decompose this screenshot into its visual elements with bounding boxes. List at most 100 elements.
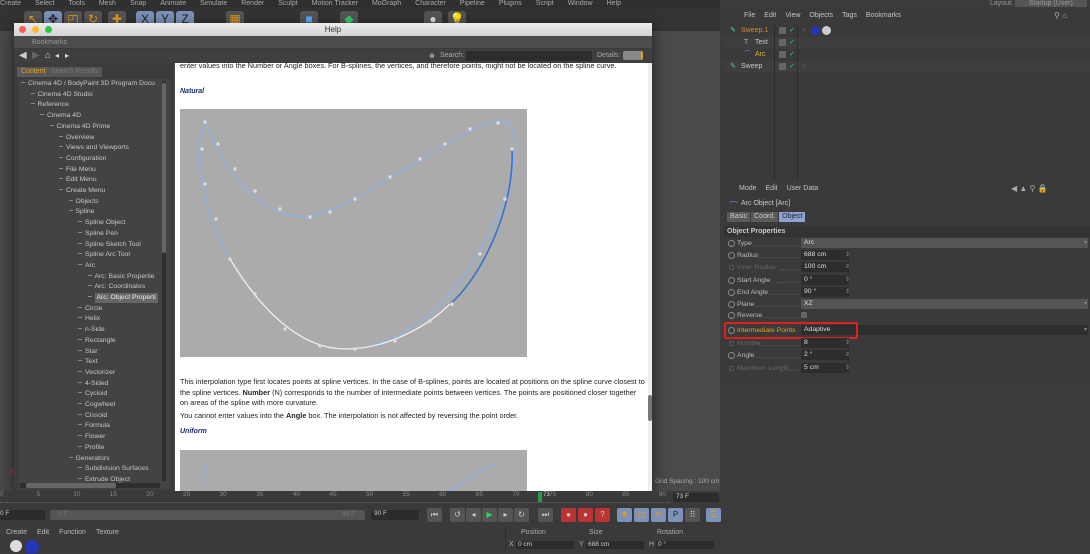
tree-expander-icon[interactable]: [78, 338, 82, 340]
am-menu-edit[interactable]: Edit: [766, 185, 778, 192]
tree-expander-icon[interactable]: [78, 263, 82, 265]
am-menu-user-data[interactable]: User Data: [787, 185, 819, 192]
tree-expander-icon[interactable]: [78, 349, 82, 351]
tree-expander-icon[interactable]: [78, 370, 82, 372]
tree-item[interactable]: n-Side: [85, 325, 105, 335]
tree-item[interactable]: Cissoid: [85, 411, 107, 421]
tree-expander-icon[interactable]: [30, 92, 35, 94]
animation-radio-icon[interactable]: [728, 289, 735, 296]
tree-expander-icon[interactable]: [78, 477, 82, 479]
tree-expander-icon[interactable]: [78, 306, 82, 308]
animation-radio-icon[interactable]: [729, 265, 734, 270]
om-menu-tags[interactable]: Tags: [842, 12, 857, 19]
attribute-value-field[interactable]: 90 °: [801, 287, 849, 297]
animation-radio-icon[interactable]: [728, 252, 735, 259]
animation-radio-icon[interactable]: [728, 312, 735, 319]
tree-expander-icon[interactable]: [40, 114, 44, 116]
visibility-toggle-icon[interactable]: [779, 51, 786, 58]
menu-item-create[interactable]: Create: [0, 0, 21, 7]
timeline-scheme-button[interactable]: ☰: [706, 508, 721, 522]
tree-item[interactable]: Spline: [76, 207, 95, 217]
dropdown-arrow-icon[interactable]: ▾: [1084, 299, 1087, 310]
tree-expander-icon[interactable]: [59, 146, 63, 148]
tree-expander-icon[interactable]: [59, 167, 63, 169]
tab-search-results[interactable]: Search Results: [47, 67, 103, 77]
tree-item[interactable]: Arc: Coordinates: [95, 282, 146, 292]
tree-item[interactable]: Create Menu: [66, 186, 105, 196]
timeline-ruler[interactable]: 0 5 10 15 20 25 30 35 40 45 50 55 60 65 70 75 80 85 90: [0, 491, 670, 503]
menu-item-character[interactable]: Character: [415, 0, 446, 7]
tree-item[interactable]: Profile: [85, 443, 104, 453]
forward-icon[interactable]: ▶: [32, 50, 40, 61]
tree-item[interactable]: Overview: [66, 133, 94, 143]
attribute-value-field[interactable]: 688 cm: [801, 250, 849, 260]
tree-expander-icon[interactable]: [78, 403, 82, 404]
menu-item-script[interactable]: Script: [536, 0, 554, 7]
tree-expander-icon[interactable]: [49, 124, 54, 126]
scale-key-button[interactable]: ◰: [634, 508, 649, 522]
tree-item[interactable]: Arc: Object Properti: [94, 293, 158, 303]
menu-item-mesh[interactable]: Mesh: [99, 0, 116, 7]
material-menu-edit[interactable]: Edit: [37, 529, 49, 536]
enabled-check-icon[interactable]: ✓: [789, 37, 795, 49]
menu-item-select[interactable]: Select: [35, 0, 54, 7]
menu-item-pipeline[interactable]: Pipeline: [460, 0, 485, 7]
layout-selector[interactable]: Layout: Startup (User): [990, 0, 1087, 7]
tree-expander-icon[interactable]: [59, 178, 63, 180]
stepper-arrows-icon[interactable]: ⇕: [845, 250, 850, 261]
tree-item[interactable]: Circle: [85, 304, 102, 314]
object-name[interactable]: Sweep.1: [741, 25, 768, 37]
tree-expander-icon[interactable]: [68, 456, 73, 458]
home-icon[interactable]: ⌂: [45, 50, 50, 60]
next-key-button[interactable]: ↻: [514, 508, 529, 522]
search-input[interactable]: [466, 51, 592, 61]
tree-item[interactable]: Cycloid: [85, 389, 107, 399]
om-menu-file[interactable]: File: [744, 12, 755, 19]
menu-item-motion-tracker[interactable]: Motion Tracker: [312, 0, 358, 7]
tree-expander-icon[interactable]: [78, 360, 82, 362]
tree-expander-icon[interactable]: [68, 210, 73, 212]
tag-icon[interactable]: ⁖: [802, 25, 806, 37]
tree-expander-icon[interactable]: [59, 135, 63, 137]
tree-expander-icon[interactable]: [87, 296, 92, 297]
animation-radio-icon[interactable]: [728, 277, 735, 284]
attribute-value-field[interactable]: Arc: [801, 238, 1088, 248]
attribute-row-type[interactable]: Type Arc ▾: [724, 238, 1090, 250]
animation-radio-icon[interactable]: [729, 366, 734, 371]
tree-item[interactable]: Cinema 4D Prime: [57, 122, 111, 132]
tree-item[interactable]: Rectangle: [85, 336, 116, 346]
position-key-button[interactable]: ✥: [617, 508, 632, 522]
om-menu-bookmarks[interactable]: Bookmarks: [866, 12, 901, 19]
point-level-button[interactable]: ⠿: [685, 508, 700, 522]
enabled-check-icon[interactable]: ✓: [789, 61, 795, 73]
animation-radio-icon[interactable]: [728, 301, 735, 308]
menu-item-simulate[interactable]: Simulate: [200, 0, 227, 7]
tree-horizontal-scrollbar[interactable]: [20, 483, 160, 488]
attribute-row-reverse[interactable]: Reverse: [724, 310, 1090, 322]
tree-expander-icon[interactable]: [78, 445, 82, 447]
material-white[interactable]: [10, 540, 22, 552]
next-frame-button[interactable]: ▸: [498, 508, 513, 522]
material-menu-create[interactable]: Create: [6, 529, 27, 536]
tree-expander-icon[interactable]: [21, 82, 25, 83]
animation-radio-icon[interactable]: [728, 240, 735, 247]
previous-page-icon[interactable]: ◂: [55, 51, 59, 60]
tree-expander-icon[interactable]: [30, 103, 35, 105]
tree-item[interactable]: Text: [85, 357, 97, 367]
attribute-row-intermediate-points[interactable]: Intermediate Points Adaptive ▾: [724, 322, 1090, 339]
attribute-value-field[interactable]: XZ: [801, 299, 1088, 309]
tree-item[interactable]: Spline Object: [85, 218, 125, 228]
attribute-value-field[interactable]: 0 °: [801, 275, 849, 285]
om-menu-objects[interactable]: Objects: [809, 12, 833, 19]
search-icon[interactable]: ⚲ ⌂: [1054, 11, 1067, 20]
menu-item-help[interactable]: Help: [607, 0, 621, 7]
tree-expander-icon[interactable]: [78, 253, 82, 255]
tree-item[interactable]: Subdivision Surfaces: [85, 464, 148, 474]
start-frame-field[interactable]: 0 F: [0, 510, 45, 520]
tree-item[interactable]: Cinema 4D / BodyPaint 3D Program Docu: [28, 79, 155, 89]
stepper-arrows-icon[interactable]: ⇕: [845, 275, 850, 286]
tree-item[interactable]: Arc: Basic Propertie: [95, 272, 155, 282]
tree-expander-icon[interactable]: [87, 285, 92, 287]
tree-item[interactable]: Formula: [85, 421, 110, 431]
reverse-checkbox[interactable]: [801, 312, 807, 318]
